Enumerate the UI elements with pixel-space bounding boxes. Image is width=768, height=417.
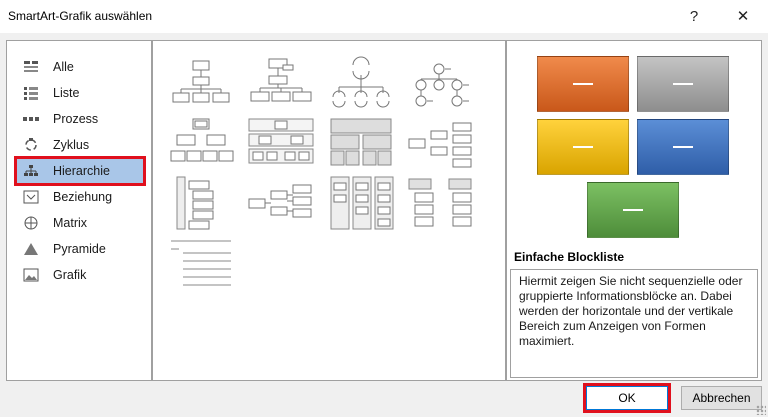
pyramid-icon <box>21 240 41 258</box>
resize-grip-icon[interactable] <box>756 405 766 415</box>
category-label: Matrix <box>53 216 88 230</box>
category-label: Hierarchie <box>53 164 110 178</box>
cancel-button[interactable]: Abbrechen <box>681 386 762 410</box>
preview-block-yellow <box>537 119 629 175</box>
layout-horizontal-multi-level-hierarchy[interactable] <box>247 175 315 231</box>
layout-hierarchy-list[interactable] <box>167 175 235 231</box>
category-process[interactable]: Prozess <box>17 107 143 131</box>
relationship-icon <box>21 188 41 206</box>
category-hierarchy[interactable]: Hierarchie <box>14 156 146 186</box>
category-matrix[interactable]: Matrix <box>17 211 143 235</box>
category-label: Beziehung <box>53 190 113 204</box>
layout-hierarchy[interactable] <box>167 115 235 171</box>
dialog-body: Alle Liste Prozess Zyklus Hierarchie Bez… <box>0 33 768 417</box>
category-relationship[interactable]: Beziehung <box>17 185 143 209</box>
close-icon[interactable]: ✕ <box>727 4 759 28</box>
preview-pane: Einfache Blockliste Hiermit zeigen Sie n… <box>506 40 762 381</box>
layout-circle-picture-hierarchy[interactable] <box>407 55 475 111</box>
cycle-icon <box>21 136 41 154</box>
category-label: Prozess <box>53 112 99 126</box>
layout-horizontal-hierarchy[interactable] <box>407 115 475 171</box>
preview-block-blue <box>637 119 729 175</box>
matrix-icon <box>21 214 41 232</box>
picture-icon <box>21 266 41 284</box>
all-layouts-icon <box>21 58 41 76</box>
category-list: Alle Liste Prozess Zyklus Hierarchie Bez… <box>6 40 152 381</box>
hierarchy-icon <box>21 162 41 180</box>
category-label: Pyramide <box>53 242 106 256</box>
window-title: SmartArt-Grafik auswählen <box>8 9 153 23</box>
layout-labeled-hierarchy[interactable] <box>247 115 315 171</box>
ok-button[interactable]: OK <box>583 383 671 413</box>
layout-name-and-title-org-chart[interactable] <box>247 55 315 111</box>
process-icon <box>21 110 41 128</box>
title-bar: SmartArt-Grafik auswählen ? ✕ <box>0 0 768 33</box>
layout-text-hierarchy-lines[interactable] <box>167 235 235 291</box>
layout-architecture-layout[interactable] <box>327 175 395 231</box>
layout-gallery <box>152 40 506 381</box>
help-icon[interactable]: ? <box>678 4 710 28</box>
preview-description: Hiermit zeigen Sie nicht sequenzielle od… <box>510 269 758 378</box>
category-picture[interactable]: Grafik <box>17 263 143 287</box>
category-list-item[interactable]: Liste <box>17 81 143 105</box>
category-all[interactable]: Alle <box>17 55 143 79</box>
preview-block-green <box>587 182 679 238</box>
category-cycle[interactable]: Zyklus <box>17 133 143 157</box>
category-label: Zyklus <box>53 138 90 152</box>
preview-block-orange <box>537 56 629 112</box>
layout-half-circle-org-chart[interactable] <box>327 55 395 111</box>
category-pyramid[interactable]: Pyramide <box>17 237 143 261</box>
preview-block-gray <box>637 56 729 112</box>
layout-organization-chart[interactable] <box>167 55 235 111</box>
layout-table-hierarchy[interactable] <box>327 115 395 171</box>
list-icon <box>21 84 41 102</box>
layout-lined-list-hierarchy[interactable] <box>407 175 475 231</box>
category-label: Grafik <box>53 268 87 282</box>
category-label: Alle <box>53 60 74 74</box>
category-label: Liste <box>53 86 80 100</box>
preview-title: Einfache Blockliste <box>514 250 625 264</box>
